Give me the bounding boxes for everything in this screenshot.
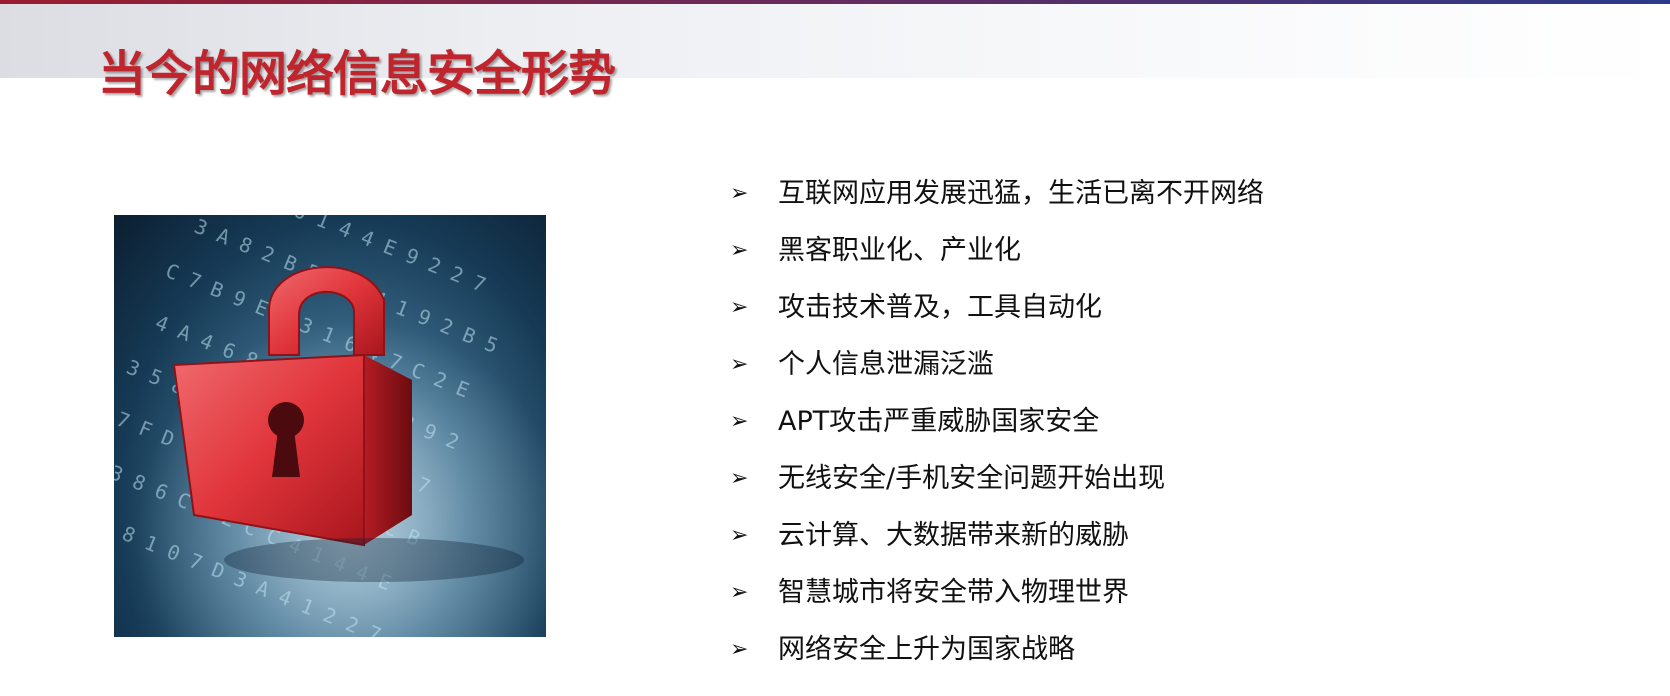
padlock-picture: 0 2 B 3 6 1 4 4 E 9 2 2 73 A 8 2 B 5 2 1…: [114, 215, 546, 637]
bullet-text: 黑客职业化、产业化: [778, 235, 1021, 266]
bullet-text: 智慧城市将安全带入物理世界: [778, 577, 1129, 608]
bullet-item: ➢ 黑客职业化、产业化: [730, 222, 1264, 279]
bullet-text: 云计算、大数据带来新的威胁: [778, 520, 1129, 551]
arrowhead-bullet-icon: ➢: [730, 237, 749, 263]
arrowhead-bullet-icon: ➢: [730, 579, 749, 605]
bullet-text: 攻击技术普及，工具自动化: [778, 292, 1102, 323]
bullet-item: ➢ 无线安全/手机安全问题开始出现: [730, 450, 1264, 507]
bullet-text: 网络安全上升为国家战略: [778, 634, 1075, 665]
bullet-text: APT攻击严重威胁国家安全: [778, 406, 1100, 437]
lock-body: [172, 353, 365, 547]
arrowhead-bullet-icon: ➢: [730, 465, 749, 491]
bullet-item: ➢ 智慧城市将安全带入物理世界: [730, 564, 1264, 621]
bullet-item: ➢ 云计算、大数据带来新的威胁: [730, 507, 1264, 564]
arrowhead-bullet-icon: ➢: [730, 636, 749, 662]
bullet-text: 互联网应用发展迅猛，生活已离不开网络: [778, 178, 1264, 209]
bullet-item: ➢ 互联网应用发展迅猛，生活已离不开网络: [730, 165, 1264, 222]
arrowhead-bullet-icon: ➢: [730, 522, 749, 548]
slide-title: 当今的网络信息安全形势: [98, 46, 616, 102]
lock-side: [364, 355, 412, 545]
arrowhead-bullet-icon: ➢: [730, 408, 749, 434]
padlock-illustration: 0 2 B 3 6 1 4 4 E 9 2 2 73 A 8 2 B 5 2 1…: [114, 215, 546, 637]
arrowhead-bullet-icon: ➢: [730, 294, 749, 320]
bullet-item: ➢ APT攻击严重威胁国家安全: [730, 393, 1264, 450]
arrowhead-bullet-icon: ➢: [730, 180, 749, 206]
bullet-text: 个人信息泄漏泛滥: [778, 349, 994, 380]
bullet-list: ➢ 互联网应用发展迅猛，生活已离不开网络 ➢ 黑客职业化、产业化 ➢ 攻击技术普…: [730, 165, 1264, 678]
bullet-item: ➢ 攻击技术普及，工具自动化: [730, 279, 1264, 336]
arrowhead-bullet-icon: ➢: [730, 351, 749, 377]
bullet-text: 无线安全/手机安全问题开始出现: [778, 463, 1166, 494]
bullet-item: ➢ 个人信息泄漏泛滥: [730, 336, 1264, 393]
bullet-item: ➢ 网络安全上升为国家战略: [730, 621, 1264, 678]
